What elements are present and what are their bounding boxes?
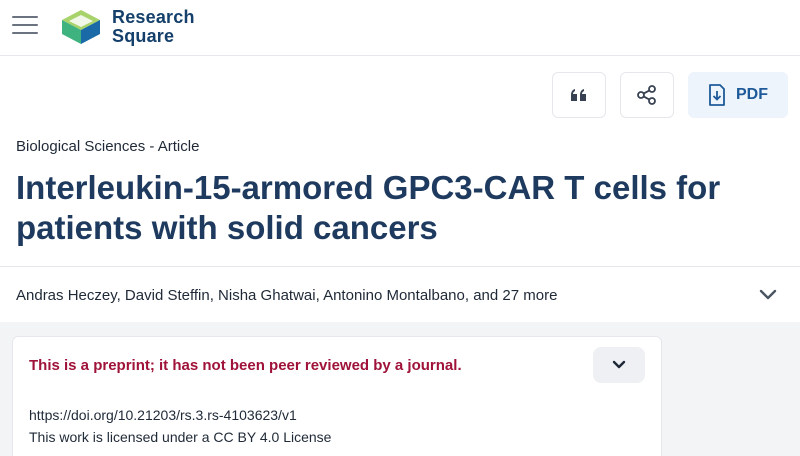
pdf-button-label: PDF	[736, 86, 768, 103]
cite-button[interactable]	[552, 72, 606, 118]
preprint-notice-card: This is a preprint; it has not been peer…	[12, 336, 662, 456]
article-category: Biological Sciences - Article	[16, 138, 200, 155]
preprint-warning: This is a preprint; it has not been peer…	[29, 357, 462, 374]
logo-line-2: Square	[112, 26, 175, 46]
quote-icon	[571, 89, 586, 101]
research-square-logo[interactable]: Research Square	[58, 6, 195, 48]
logo-wordmark: Research Square	[112, 8, 195, 46]
pdf-download-button[interactable]: PDF	[688, 72, 788, 118]
authors-row[interactable]: Andras Heczey, David Steffin, Nisha Ghat…	[0, 266, 800, 322]
author-list: Andras Heczey, David Steffin, Nisha Ghat…	[16, 287, 558, 304]
download-icon	[709, 84, 725, 106]
article-title: Interleukin-15-armored GPC3-CAR T cells …	[16, 169, 721, 246]
chevron-down-icon	[612, 360, 626, 369]
doi-link[interactable]: https://doi.org/10.21203/rs.3.rs-4103623…	[29, 407, 297, 423]
logo-line-1: Research	[112, 7, 195, 27]
license-text: This work is licensed under a CC BY 4.0 …	[29, 429, 332, 445]
share-button[interactable]	[620, 72, 674, 118]
chevron-down-icon[interactable]	[756, 285, 780, 305]
menu-icon[interactable]	[12, 14, 38, 36]
research-square-logo-mark	[62, 10, 100, 44]
share-icon	[637, 85, 656, 105]
top-navigation-bar: Research Square	[0, 0, 800, 56]
notice-expand-button[interactable]	[593, 347, 645, 383]
